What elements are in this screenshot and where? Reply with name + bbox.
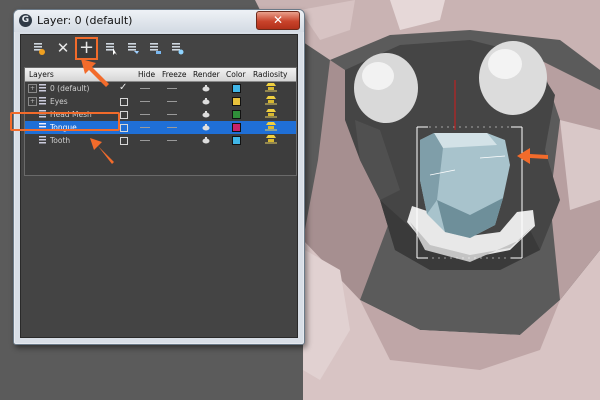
tongue-row-callout-arrow	[90, 138, 114, 164]
freeze-toggle[interactable]	[167, 140, 177, 141]
radiosity-bulb-icon[interactable]	[265, 95, 277, 106]
column-layers[interactable]: Layers	[29, 70, 54, 79]
radiosity-bulb-icon[interactable]	[265, 82, 277, 93]
render-teapot-icon[interactable]	[202, 110, 211, 118]
layer-icon	[39, 136, 46, 144]
freeze-all-icon[interactable]	[167, 38, 187, 58]
layer-row-default[interactable]: + 0 (default) ✓	[25, 82, 296, 95]
hide-toggle[interactable]	[140, 101, 150, 102]
active-layer-checkbox[interactable]	[120, 137, 128, 145]
active-layer-check-icon[interactable]: ✓	[119, 82, 127, 93]
radiosity-bulb-icon[interactable]	[265, 108, 277, 119]
radiosity-bulb-icon[interactable]	[265, 121, 277, 132]
column-freeze[interactable]: Freeze	[162, 70, 186, 79]
layer-color-swatch[interactable]	[232, 136, 241, 145]
layer-row-tooth[interactable]: Tooth	[25, 134, 296, 147]
active-layer-checkbox[interactable]	[120, 98, 128, 106]
layer-manager-window[interactable]: G Layer: 0 (default) ✕ ✕ + Layers Hide F…	[13, 9, 305, 345]
layer-name: Eyes	[50, 97, 68, 106]
freeze-toggle[interactable]	[167, 88, 177, 89]
render-teapot-icon[interactable]	[202, 123, 211, 131]
render-teapot-icon[interactable]	[202, 136, 211, 144]
layer-color-swatch[interactable]	[232, 123, 241, 132]
hide-toggle[interactable]	[140, 88, 150, 89]
add-button-callout-arrow	[81, 59, 109, 87]
column-radiosity[interactable]: Radiosity	[253, 70, 287, 79]
tongue-row-highlight-box	[10, 112, 120, 131]
render-teapot-icon[interactable]	[202, 84, 211, 92]
hide-toggle[interactable]	[140, 127, 150, 128]
expand-toggle[interactable]: +	[28, 97, 37, 106]
window-titlebar[interactable]: G Layer: 0 (default) ✕	[14, 10, 304, 32]
layer-color-swatch[interactable]	[232, 84, 241, 93]
highlight-layer-icon[interactable]	[123, 38, 143, 58]
column-render[interactable]: Render	[193, 70, 220, 79]
freeze-toggle[interactable]	[167, 101, 177, 102]
hide-toggle[interactable]	[140, 140, 150, 141]
render-teapot-icon[interactable]	[202, 97, 211, 105]
close-button[interactable]: ✕	[256, 11, 300, 30]
hide-toggle[interactable]	[140, 114, 150, 115]
app-icon: G	[19, 14, 32, 27]
freeze-toggle[interactable]	[167, 127, 177, 128]
layer-row-eyes[interactable]: + Eyes	[25, 95, 296, 108]
hide-all-icon[interactable]	[145, 38, 165, 58]
active-layer-checkbox[interactable]	[120, 111, 128, 119]
create-layer-icon[interactable]	[29, 38, 49, 58]
layer-toolbar: ✕ +	[21, 35, 297, 61]
column-hide[interactable]: Hide	[138, 70, 155, 79]
active-layer-checkbox[interactable]	[120, 124, 128, 132]
layer-name: Tooth	[50, 136, 71, 145]
layer-color-swatch[interactable]	[232, 110, 241, 119]
layer-icon	[39, 97, 46, 105]
layer-list-header: Layers Hide Freeze Render Color Radiosit…	[25, 68, 296, 82]
window-title: Layer: 0 (default)	[37, 14, 133, 27]
freeze-toggle[interactable]	[167, 114, 177, 115]
layer-color-swatch[interactable]	[232, 97, 241, 106]
radiosity-bulb-icon[interactable]	[265, 134, 277, 145]
select-objects-icon[interactable]	[101, 38, 121, 58]
layer-icon	[39, 84, 46, 92]
expand-toggle[interactable]: +	[28, 84, 37, 93]
column-color[interactable]: Color	[226, 70, 246, 79]
layer-manager-panel: ✕ + Layers Hide Freeze Render Color Radi…	[20, 34, 298, 338]
delete-layer-icon[interactable]: ✕	[53, 38, 73, 58]
